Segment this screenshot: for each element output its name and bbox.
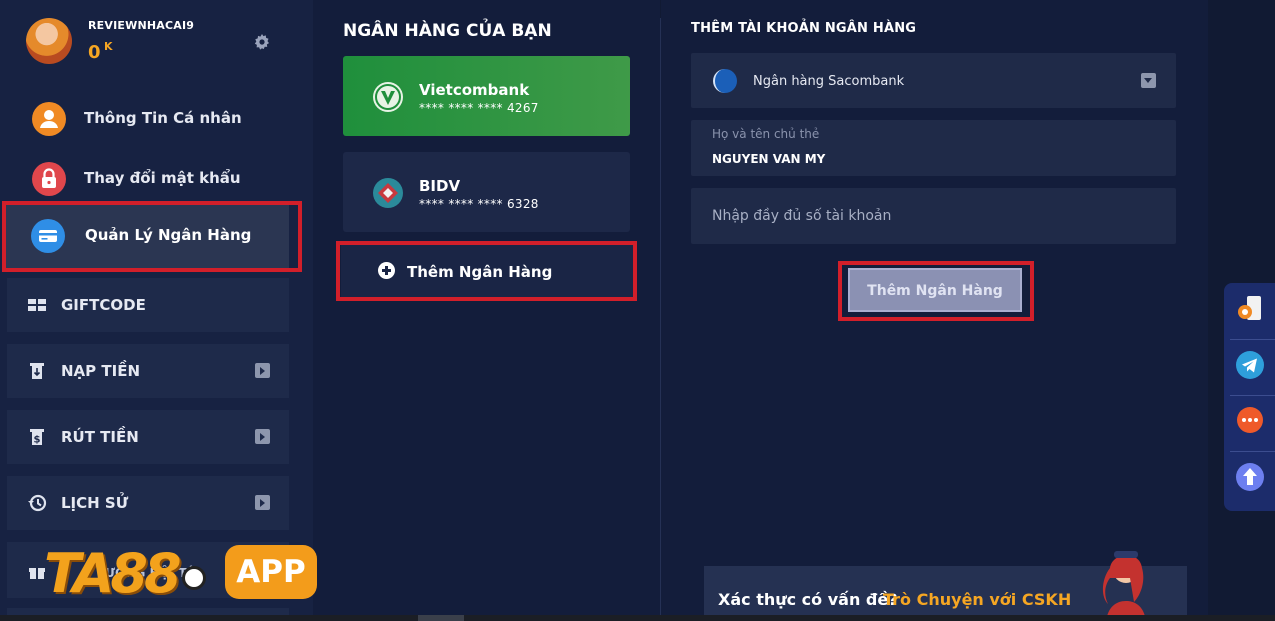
bank-name: Vietcombank [419,81,530,99]
football-icon [182,566,206,590]
avatar[interactable] [26,18,72,64]
holder-name-field[interactable]: Họ và tên chủ thẻ NGUYEN VAN MY [691,120,1176,176]
sidebar-item-profile[interactable]: Thông Tin Cá nhân [12,90,292,146]
nav-label: RÚT TIỀN [61,428,139,446]
svg-text:$: $ [34,435,41,446]
highlight-frame [2,201,302,272]
support-chat-link[interactable]: Trò Chuyện với CSKH [883,590,1071,609]
history-icon [28,494,47,512]
bank-number: **** **** **** 4267 [419,101,539,115]
gift-card-icon [28,299,46,311]
floating-tool-rail [1224,283,1275,511]
chat-icon[interactable] [1233,404,1267,438]
bank-number: **** **** **** 6328 [419,197,539,211]
highlight-frame [336,241,637,301]
username: REVIEWNHACAI9 [88,19,195,32]
support-agent-icon[interactable] [1233,292,1267,326]
balance-value: 0 [88,42,101,63]
sidebar: REVIEWNHACAI9 0 K Thông Tin Cá nhân Thay… [0,0,313,621]
support-question: Xác thực có vấn đề? [718,590,898,609]
bank-name: BIDV [419,177,461,195]
nav-history[interactable]: LỊCH SỬ [7,476,289,530]
deposit-icon [30,363,44,379]
bidv-logo-icon [373,178,403,208]
sidebar-item-label: Thông Tin Cá nhân [84,109,242,127]
nav-label: LỊCH SỬ [61,494,129,512]
highlight-frame [838,261,1034,321]
vietcombank-logo-icon [373,82,403,112]
scroll-up-icon[interactable] [1233,460,1267,494]
scrollbar-thumb[interactable] [418,615,464,621]
lock-icon [32,162,66,196]
bank-select[interactable]: Ngân hàng Sacombank [691,53,1176,108]
add-account-panel: THÊM TÀI KHOẢN NGÂN HÀNG Ngân hàng Sacom… [661,0,1208,621]
sacombank-logo-icon [713,69,737,93]
divider [1230,395,1275,396]
chevron-down-icon[interactable] [1141,73,1156,88]
profile-header: REVIEWNHACAI9 0 K [0,0,300,80]
holder-name-label: Họ và tên chủ thẻ [712,127,820,141]
nav-withdraw[interactable]: $ RÚT TIỀN [7,410,289,464]
brand-badge-label: APP [236,554,306,590]
support-banner: Xác thực có vấn đề? Trò Chuyện với CSKH [704,551,1187,621]
divider [1230,339,1275,340]
withdraw-icon: $ [30,429,44,446]
nav-label: GIFTCODE [61,296,146,314]
brand-name: TA88 [44,542,182,605]
nav-giftcode[interactable]: GIFTCODE [7,278,289,332]
bank-card-vietcombank[interactable]: Vietcombank **** **** **** 4267 [343,56,630,136]
mascot-image [1102,551,1146,621]
brand-badge: APP [225,545,317,599]
nav-label: NẠP TIỀN [61,362,140,380]
scrollbar-track[interactable] [0,615,1275,621]
sidebar-item-password[interactable]: Thay đổi mật khẩu [12,150,292,206]
sidebar-item-label: Thay đổi mật khẩu [84,169,241,187]
telegram-icon[interactable] [1233,348,1267,382]
bank-card-bidv[interactable]: BIDV **** **** **** 6328 [343,152,630,232]
user-icon [32,102,66,136]
divider [1230,451,1275,452]
balance-unit: K [104,40,113,53]
form-title: THÊM TÀI KHOẢN NGÂN HÀNG [691,21,917,36]
chevron-right-icon[interactable] [255,495,270,510]
gear-icon[interactable] [254,34,270,50]
chevron-right-icon[interactable] [255,429,270,444]
chevron-right-icon[interactable] [255,363,270,378]
bank-list-panel: NGÂN HÀNG CỦA BẠN Vietcombank **** **** … [313,0,660,621]
page-title: NGÂN HÀNG CỦA BẠN [343,21,552,41]
account-number-placeholder: Nhập đầy đủ số tài khoản [712,208,892,224]
holder-name-value: NGUYEN VAN MY [712,152,826,166]
bank-select-value: Ngân hàng Sacombank [753,74,905,89]
account-number-input[interactable]: Nhập đầy đủ số tài khoản [691,188,1176,244]
nav-deposit[interactable]: NẠP TIỀN [7,344,289,398]
brand-logo: TA88 APP [36,540,318,606]
